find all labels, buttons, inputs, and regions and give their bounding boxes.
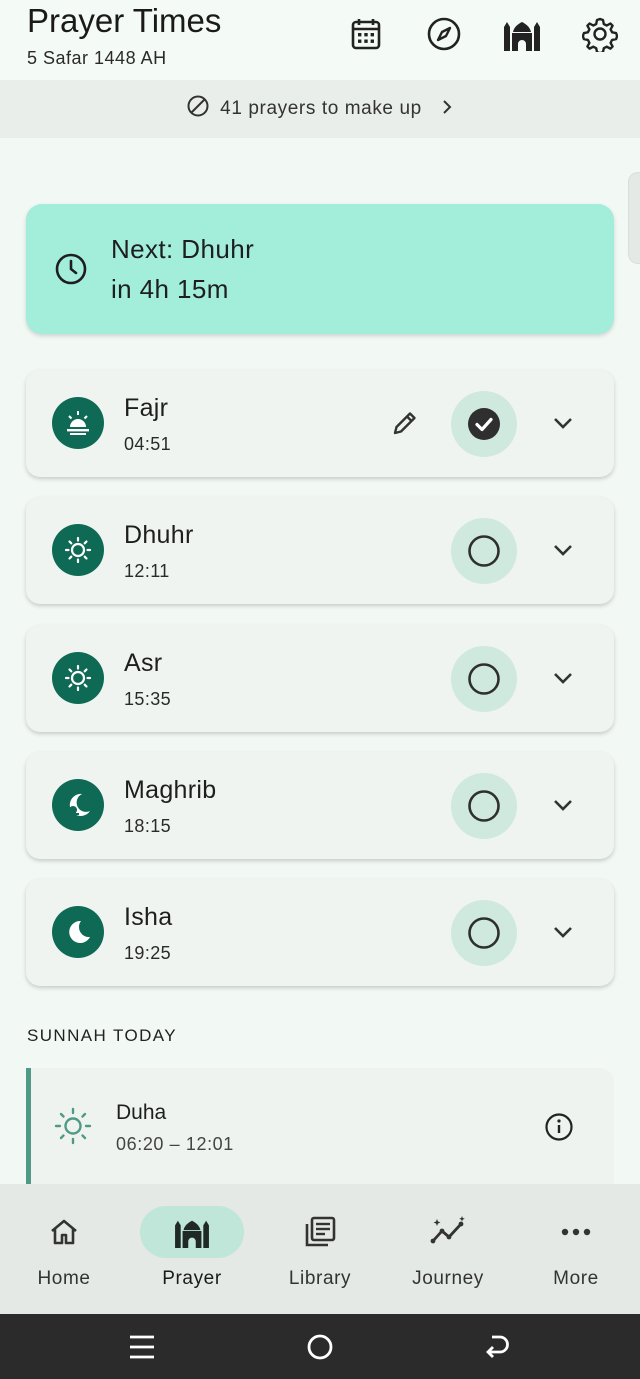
- prayer-time: 19:25: [124, 943, 172, 963]
- next-prayer-countdown: in 4h 15m: [111, 274, 229, 304]
- nav-label: Prayer: [162, 1268, 222, 1289]
- sun-outline-icon: [53, 1106, 93, 1151]
- nav-prayer[interactable]: Prayer: [128, 1184, 256, 1314]
- section-title-sunnah: SUNNAH TODAY: [27, 1026, 177, 1045]
- pencil-icon[interactable]: [390, 408, 420, 443]
- back-icon[interactable]: [480, 1330, 514, 1364]
- journey-icon: [396, 1206, 500, 1258]
- scroll-handle[interactable]: [628, 172, 640, 264]
- compass-icon[interactable]: [424, 14, 464, 54]
- makeup-prayers-banner[interactable]: 41 prayers to make up: [0, 80, 640, 138]
- moon-icon: [52, 906, 104, 958]
- prohibited-icon: [186, 94, 210, 124]
- home-icon: [12, 1206, 116, 1258]
- sunrise-icon: [52, 397, 104, 449]
- system-navigation-bar: [0, 1314, 640, 1379]
- hijri-date: 5 Safar 1448 AH: [27, 48, 167, 68]
- prayer-checkbox[interactable]: [451, 900, 517, 966]
- app-header: Prayer Times 5 Safar 1448 AH: [0, 0, 640, 80]
- info-icon[interactable]: [544, 1112, 574, 1147]
- nav-more[interactable]: More: [512, 1184, 640, 1314]
- nav-label: Journey: [412, 1268, 484, 1289]
- sun-icon: [52, 652, 104, 704]
- prayer-time: 15:35: [124, 689, 172, 709]
- chevron-right-icon: [440, 98, 454, 120]
- mosque-icon[interactable]: [502, 14, 542, 54]
- gear-icon[interactable]: [580, 14, 620, 54]
- sunnah-card-duha[interactable]: Duha 06:20 – 12:01: [26, 1068, 614, 1188]
- nav-label: Library: [288, 1268, 352, 1289]
- library-icon: [268, 1206, 372, 1258]
- makeup-text: 41 prayers to make up: [220, 98, 422, 119]
- prayer-name: Asr: [124, 649, 163, 677]
- sunnah-time-range: 06:20 – 12:01: [116, 1134, 234, 1154]
- prayer-name: Dhuhr: [124, 521, 194, 549]
- nav-journey[interactable]: Journey: [384, 1184, 512, 1314]
- prayer-time: 04:51: [124, 434, 172, 454]
- sun-icon: [52, 524, 104, 576]
- chevron-down-icon[interactable]: [552, 794, 574, 821]
- clock-icon: [54, 252, 88, 291]
- prayer-name: Fajr: [124, 394, 169, 422]
- next-prayer-card: Next: Dhuhr in 4h 15m: [26, 204, 614, 334]
- chevron-down-icon[interactable]: [552, 539, 574, 566]
- prayer-card-isha[interactable]: Isha 19:25: [26, 879, 614, 986]
- recents-icon[interactable]: [125, 1330, 159, 1364]
- sunset-icon: [52, 779, 104, 831]
- page-title: Prayer Times: [27, 2, 222, 39]
- chevron-down-icon[interactable]: [552, 921, 574, 948]
- next-prayer-label: Next: Dhuhr: [111, 234, 255, 264]
- nav-library[interactable]: Library: [256, 1184, 384, 1314]
- nav-label: Home: [37, 1268, 91, 1289]
- prayer-card-asr[interactable]: Asr 15:35: [26, 625, 614, 732]
- bottom-navigation: Home Prayer Library Journey More: [0, 1184, 640, 1314]
- more-icon: [524, 1206, 628, 1258]
- prayer-time: 12:11: [124, 561, 170, 581]
- prayer-checkbox[interactable]: [451, 646, 517, 712]
- prayer-card-maghrib[interactable]: Maghrib 18:15: [26, 752, 614, 859]
- sunnah-name: Duha: [116, 1101, 167, 1124]
- mosque-icon: [140, 1206, 244, 1258]
- prayer-checkbox-completed[interactable]: [451, 391, 517, 457]
- nav-label: More: [553, 1268, 599, 1289]
- prayer-checkbox[interactable]: [451, 518, 517, 584]
- home-circle-icon[interactable]: [303, 1330, 337, 1364]
- prayer-checkbox[interactable]: [451, 773, 517, 839]
- chevron-down-icon[interactable]: [552, 412, 574, 439]
- prayer-name: Isha: [124, 903, 173, 931]
- calendar-icon[interactable]: [346, 14, 386, 54]
- nav-home[interactable]: Home: [0, 1184, 128, 1314]
- prayer-time: 18:15: [124, 816, 172, 836]
- prayer-name: Maghrib: [124, 776, 217, 804]
- prayer-card-dhuhr[interactable]: Dhuhr 12:11: [26, 497, 614, 604]
- prayer-card-fajr[interactable]: Fajr 04:51: [26, 370, 614, 477]
- chevron-down-icon[interactable]: [552, 667, 574, 694]
